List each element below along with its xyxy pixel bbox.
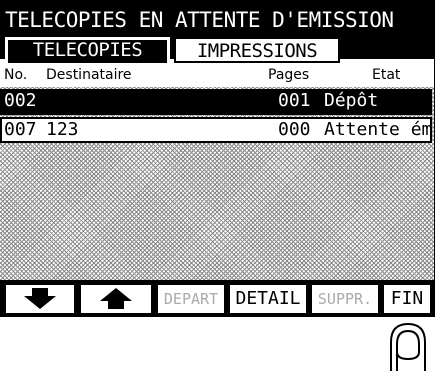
suppr-button[interactable]: SUPPR.: [311, 284, 379, 314]
row-no: 007: [4, 119, 37, 140]
job-list: No. Destinataire Pages Etat 002 001 Dépô…: [0, 63, 434, 280]
tab-impressions[interactable]: IMPRESSIONS: [174, 37, 340, 63]
button-bar: DEPART DETAIL SUPPR. FIN: [0, 280, 434, 317]
col-pages: Pages: [268, 67, 310, 83]
list-header: No. Destinataire Pages Etat: [0, 63, 434, 87]
row-etat: Dépôt: [324, 90, 379, 111]
row-no: 002: [4, 90, 37, 111]
col-etat: Etat: [372, 67, 401, 83]
table-row[interactable]: 007 123 000 Attente ém: [0, 117, 432, 143]
col-destinataire: Destinataire: [46, 67, 132, 83]
col-no: No.: [4, 67, 28, 83]
scroll-down-button[interactable]: [5, 284, 75, 314]
finger-pointer-icon: [390, 322, 426, 371]
row-etat: Attente ém: [324, 119, 433, 140]
fax-panel-screen: TELECOPIES EN ATTENTE D'EMISSION TELECOP…: [0, 0, 435, 317]
down-arrow-icon: [24, 288, 56, 309]
fin-button[interactable]: FIN: [383, 284, 431, 314]
row-pages: 001: [278, 90, 311, 111]
screen-title: TELECOPIES EN ATTENTE D'EMISSION: [5, 8, 394, 32]
detail-button[interactable]: DETAIL: [229, 284, 307, 314]
depart-button[interactable]: DEPART: [157, 284, 225, 314]
tab-bar-fill: [344, 37, 434, 61]
row-dest: 123: [46, 119, 79, 140]
row-pages: 000: [278, 119, 311, 140]
table-row-selected[interactable]: 002 001 Dépôt: [0, 89, 432, 115]
up-arrow-icon: [100, 288, 132, 309]
tab-telecopies[interactable]: TELECOPIES: [5, 37, 170, 63]
scroll-up-button[interactable]: [80, 284, 152, 314]
